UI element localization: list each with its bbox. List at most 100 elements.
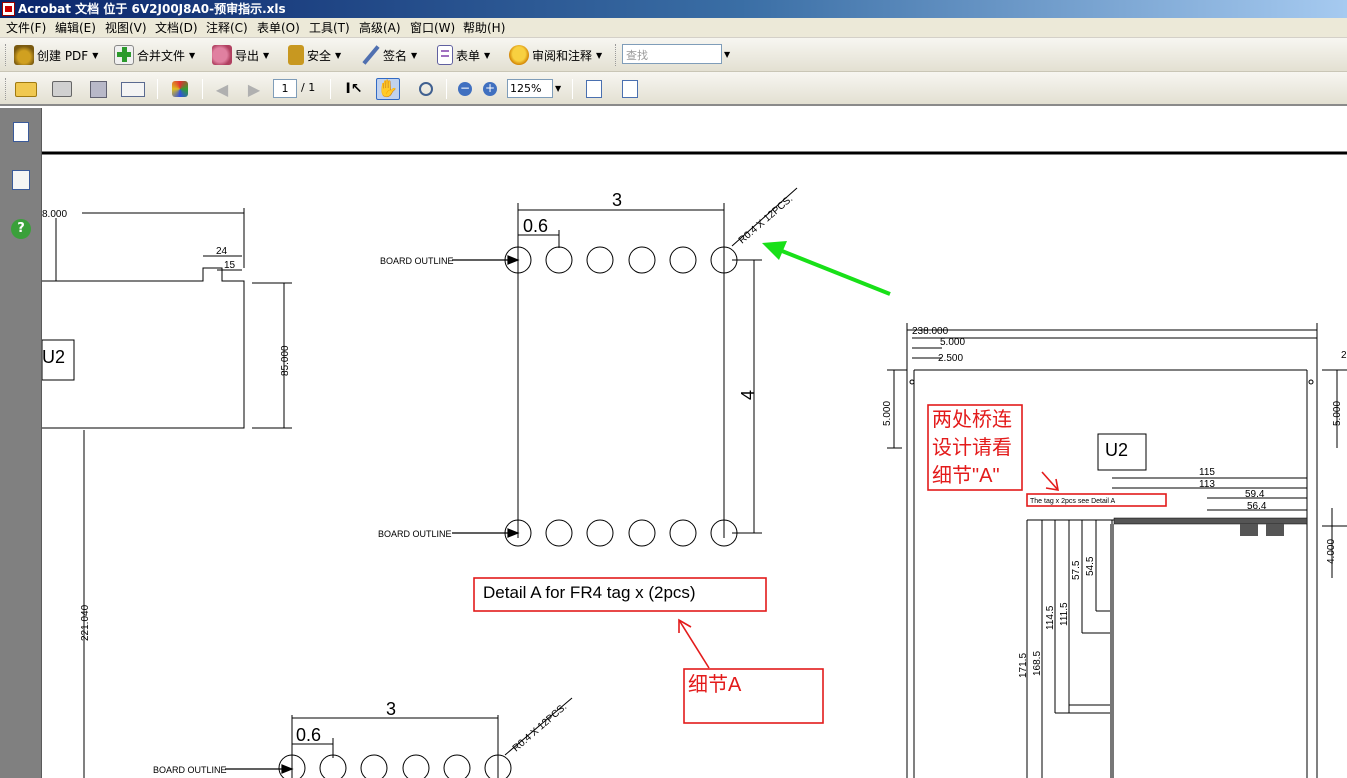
arrow-right-icon: ▶: [247, 79, 261, 99]
dim-label: 5.000: [882, 401, 893, 426]
dim-label: 171.5: [1018, 653, 1029, 678]
security-button[interactable]: 安全 ▼: [288, 44, 341, 66]
help-icon: ?: [11, 219, 31, 239]
menu-window[interactable]: 窗口(W): [410, 20, 455, 36]
toolbar-grip[interactable]: [5, 44, 8, 66]
annotation-bridge-line: 设计请看: [932, 436, 1012, 459]
dim-label: 15: [224, 260, 236, 271]
zoom-in-button[interactable]: +: [478, 78, 502, 100]
menu-advanced[interactable]: 高级(A): [359, 20, 401, 36]
menu-tools[interactable]: 工具(T): [309, 20, 350, 36]
merge-files-button[interactable]: 合并文件 ▼: [114, 44, 195, 66]
magnifier-icon: [419, 82, 433, 96]
dim-label: 4: [738, 390, 758, 400]
dim-label: 3: [386, 699, 396, 719]
floppy-disk-icon: [89, 80, 107, 98]
hand-tool-button[interactable]: ✋: [376, 78, 400, 100]
chevron-down-icon: ▼: [596, 50, 603, 60]
folder-icon: [15, 81, 37, 97]
dim-label: 4.000: [1326, 539, 1337, 564]
toolbar-grip[interactable]: [615, 44, 618, 66]
toolbar-separator: [446, 79, 447, 99]
toolbar-separator: [157, 79, 158, 99]
toolbar-separator: [202, 79, 203, 99]
dim-label: 114.5: [1045, 605, 1056, 630]
green-arrow: [762, 241, 891, 296]
signature-pen-icon: [12, 170, 30, 190]
radius-note: R0.4 X 12PCS.: [737, 193, 795, 246]
sign-button[interactable]: 签名 ▼: [360, 44, 417, 66]
color-palette-icon: [172, 81, 188, 97]
signatures-panel-button[interactable]: [10, 168, 34, 194]
review-comment-label: 审阅和注释: [532, 48, 593, 63]
document-canvas[interactable]: 8.000 24 15 85.000 221.040 BOARD OUTLINE…: [42, 108, 1347, 778]
email-button[interactable]: [121, 78, 145, 100]
merge-files-label: 合并文件: [137, 48, 186, 63]
page-number-input[interactable]: 1: [273, 79, 297, 98]
search-dropdown-icon[interactable]: ▼: [724, 50, 730, 59]
dim-label: 59.4: [1245, 489, 1265, 500]
next-page-button[interactable]: ▶: [242, 78, 266, 100]
dim-label: 3: [612, 190, 622, 210]
annotation-bridge-line: 细节"A": [932, 464, 1000, 487]
search-input[interactable]: 查找: [622, 44, 722, 64]
menu-view[interactable]: 视图(V): [105, 20, 147, 36]
color-tools-button[interactable]: [168, 78, 192, 100]
menu-document[interactable]: 文档(D): [155, 20, 198, 36]
fit-width-button[interactable]: [582, 78, 606, 100]
previous-page-button[interactable]: ◀: [210, 78, 234, 100]
pen-icon: [360, 45, 380, 65]
review-comment-button[interactable]: 审阅和注释 ▼: [509, 44, 602, 66]
zoom-level-input[interactable]: 125%: [507, 79, 553, 98]
dim-label: 5.000: [1332, 401, 1343, 426]
menu-forms[interactable]: 表单(O): [257, 20, 300, 36]
save-button[interactable]: [86, 78, 110, 100]
security-label: 安全: [307, 48, 332, 63]
sign-label: 签名: [383, 48, 408, 63]
dim-label: 8.000: [42, 209, 67, 220]
menu-help[interactable]: 帮助(H): [463, 20, 505, 36]
dim-label: 5.000: [940, 337, 965, 348]
radius-note: R0.4 X 12PCS.: [511, 701, 569, 754]
detail-a-caption: Detail A for FR4 tag x (2pcs): [483, 583, 696, 602]
toolbar-grip[interactable]: [5, 78, 8, 100]
title-bar: Acrobat 文档 位于 6V2J00J8A0-预审指示.xls: [0, 0, 1347, 18]
export-button[interactable]: 导出 ▼: [212, 44, 269, 66]
select-tool-button[interactable]: I↖: [342, 78, 366, 100]
menu-edit[interactable]: 编辑(E): [55, 20, 96, 36]
dim-label: 24: [216, 246, 228, 257]
chevron-down-icon: ▼: [335, 50, 342, 60]
dim-label: 56.4: [1247, 501, 1267, 512]
open-button[interactable]: [14, 78, 38, 100]
forms-button[interactable]: 表单 ▼: [437, 44, 490, 66]
menu-file[interactable]: 文件(F): [6, 20, 46, 36]
menu-comments[interactable]: 注释(C): [206, 20, 248, 36]
print-button[interactable]: [50, 78, 74, 100]
board-outline-label: BOARD OUTLINE: [380, 256, 454, 266]
text-cursor-icon: I↖: [345, 81, 363, 97]
chevron-down-icon: ▼: [189, 50, 196, 60]
zoom-dropdown-icon[interactable]: ▼: [555, 84, 561, 93]
create-pdf-button[interactable]: 创建 PDF ▼: [14, 44, 98, 66]
component-label-u2-left: U2: [42, 347, 65, 367]
comment-bubble-icon: [509, 45, 529, 65]
zoom-out-icon: −: [458, 81, 472, 96]
export-label: 导出: [235, 48, 260, 63]
cad-drawing: 8.000 24 15 85.000 221.040 BOARD OUTLINE…: [42, 151, 1347, 778]
zoom-out-button[interactable]: −: [453, 78, 477, 100]
form-icon: [437, 45, 453, 65]
merge-files-icon: [114, 45, 134, 65]
pages-panel-button[interactable]: [10, 120, 34, 146]
chevron-down-icon: ▼: [484, 50, 491, 60]
tag-note: The tag x 2pcs see Detail A: [1030, 498, 1116, 505]
window-title: Acrobat 文档 位于 6V2J00J8A0-预审指示.xls: [18, 2, 286, 16]
dim-label: 0.6: [523, 216, 548, 236]
tasks-toolbar: 创建 PDF ▼ 合并文件 ▼ 导出 ▼ 安全 ▼ 签名 ▼ 表单 ▼ 审阅和注释 ▼ 查找 …: [0, 38, 1347, 72]
create-pdf-icon: [14, 45, 34, 65]
create-pdf-label: 创建 PDF: [37, 48, 89, 63]
zoom-in-icon: +: [483, 81, 497, 96]
fit-page-button[interactable]: [618, 78, 642, 100]
chevron-down-icon: ▼: [411, 50, 418, 60]
zoom-tool-button[interactable]: [414, 78, 438, 100]
help-panel-button[interactable]: ?: [10, 218, 34, 244]
